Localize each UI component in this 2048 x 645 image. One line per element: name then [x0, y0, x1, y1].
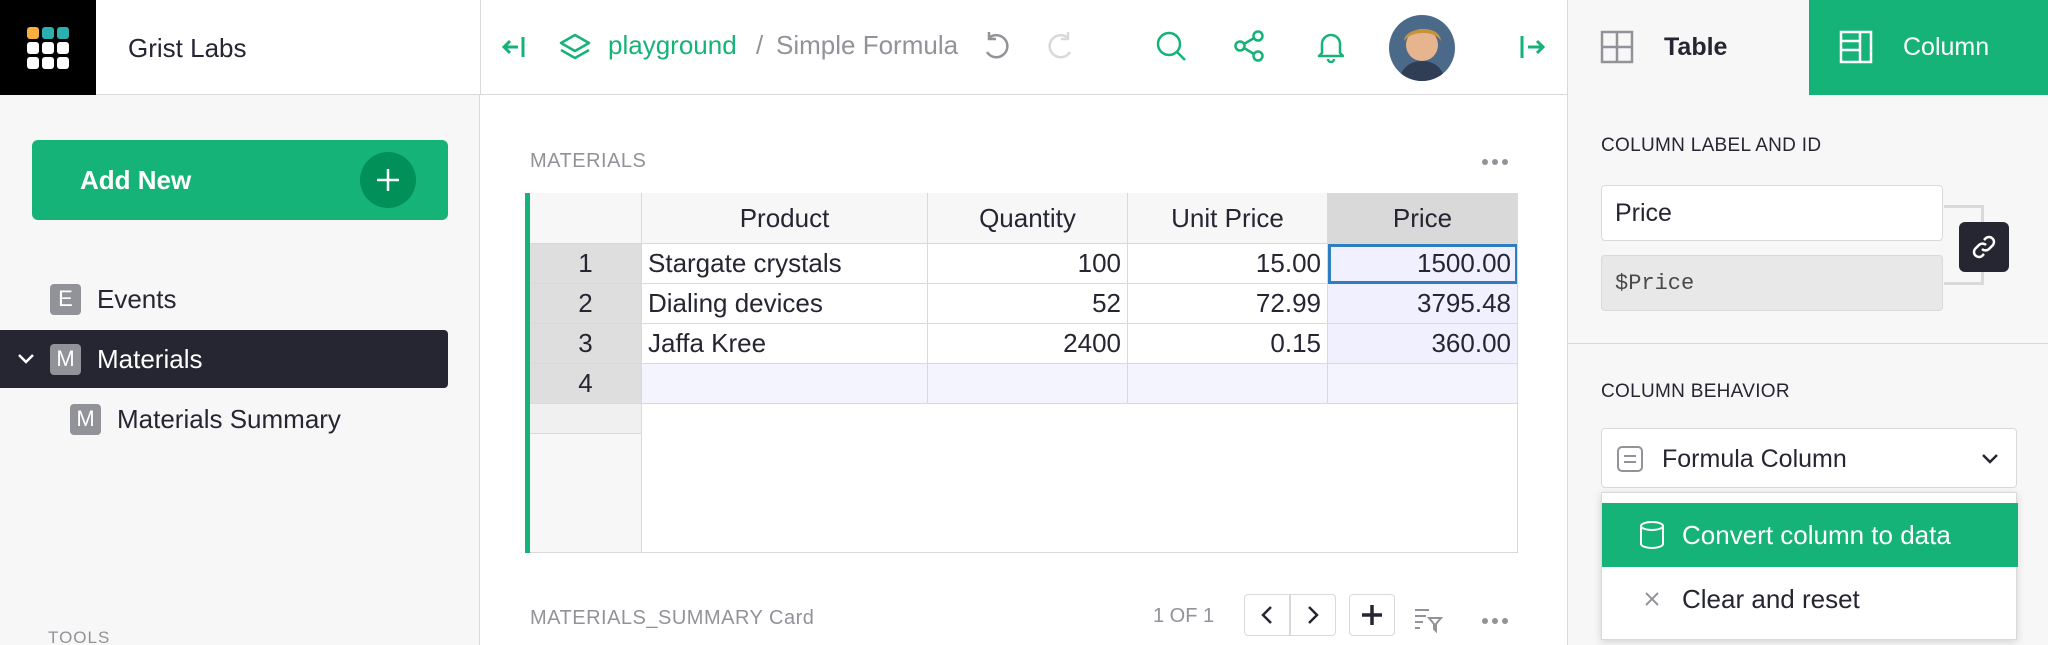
database-icon [1636, 519, 1668, 551]
plus-icon [1362, 605, 1382, 625]
column-behavior-value: Formula Column [1662, 445, 1847, 473]
cell-unit-price[interactable]: 72.99 [1128, 284, 1328, 324]
grist-logo-icon [27, 26, 69, 69]
cell-price[interactable]: 3795.48 [1328, 284, 1518, 324]
search-icon[interactable] [1153, 28, 1189, 64]
row-number-spacer [530, 404, 642, 434]
user-avatar[interactable] [1389, 15, 1455, 81]
cell-price-selected[interactable]: 1500.00 [1328, 244, 1518, 284]
cell-unit-price[interactable]: 0.15 [1128, 324, 1328, 364]
cell-quantity[interactable]: 52 [928, 284, 1128, 324]
tab-table[interactable]: Table [1567, 0, 1809, 95]
breadcrumb-separator: / [756, 30, 764, 60]
collapse-left-panel-icon[interactable] [497, 30, 531, 64]
add-new-label: Add New [80, 165, 192, 195]
section-divider [1568, 343, 2048, 344]
row-number[interactable]: 1 [530, 244, 642, 284]
chevron-down-icon [1982, 454, 1998, 464]
org-name[interactable]: Grist Labs [128, 33, 247, 64]
close-icon [1636, 583, 1668, 615]
add-row-number[interactable]: 4 [530, 364, 642, 404]
column-header-unit-price[interactable]: Unit Price [1128, 193, 1328, 244]
column-header-quantity[interactable]: Quantity [928, 193, 1128, 244]
left-panel: Add New E Events M Materials M Materials… [0, 95, 480, 645]
cell-unit-price[interactable]: 15.00 [1128, 244, 1328, 284]
share-icon[interactable] [1231, 28, 1267, 64]
page-label: Materials Summary [117, 403, 341, 434]
undo-icon[interactable] [978, 28, 1014, 64]
page-icon: M [50, 343, 81, 375]
section-title-materials[interactable]: MATERIALS [530, 150, 646, 173]
chevron-right-icon [1308, 606, 1319, 624]
top-bar: Grist Labs playground / Simple Formula T… [0, 0, 2048, 95]
menu-item-label: Clear and reset [1682, 583, 1860, 614]
materials-grid[interactable]: Product Quantity Unit Price Price 1 Star… [525, 193, 1518, 553]
column-icon [1839, 30, 1873, 64]
workspace-layers-icon [557, 30, 593, 66]
page-icon: E [50, 283, 81, 315]
formula-column-icon [1617, 446, 1643, 472]
menu-item-clear-and-reset[interactable]: Clear and reset [1602, 567, 2018, 631]
column-header-price[interactable]: Price [1328, 193, 1518, 244]
page-item-materials-summary[interactable]: M Materials Summary [0, 390, 448, 448]
chevron-left-icon [1261, 606, 1272, 624]
add-new-button[interactable]: Add New [32, 140, 448, 220]
breadcrumb-workspace[interactable]: playground [608, 30, 737, 61]
right-panel: COLUMN LABEL AND ID Price $Price COLUMN … [1567, 95, 2048, 645]
grid-border [530, 552, 1518, 553]
page-item-events[interactable]: E Events [0, 270, 448, 328]
section-menu-dots-icon[interactable] [1482, 159, 1508, 165]
card-pager-count: 1 OF 1 [1153, 605, 1215, 627]
open-right-panel-icon[interactable] [1516, 30, 1550, 64]
link-icon [1972, 235, 1996, 259]
corner-header[interactable] [530, 193, 642, 244]
row-number[interactable]: 2 [530, 284, 642, 324]
column-behavior-menu: Convert column to data Clear and reset [1601, 492, 2018, 640]
column-header-product[interactable]: Product [642, 193, 928, 244]
add-row-cell[interactable] [928, 364, 1128, 404]
section-title-materials-summary[interactable]: MATERIALS_SUMMARY Card [530, 607, 814, 630]
table-icon [1600, 30, 1634, 64]
top-divider [480, 0, 481, 95]
notifications-bell-icon[interactable] [1313, 28, 1349, 64]
row-number[interactable]: 3 [530, 324, 642, 364]
tools-section-label: TOOLS [48, 628, 111, 645]
column-label-section-title: COLUMN LABEL AND ID [1601, 135, 1822, 156]
cell-product[interactable]: Jaffa Kree [642, 324, 928, 364]
column-behavior-section-title: COLUMN BEHAVIOR [1601, 381, 1790, 402]
tab-column-label: Column [1903, 33, 1990, 61]
menu-item-label: Convert column to data [1682, 519, 1951, 550]
cell-price[interactable]: 360.00 [1328, 324, 1518, 364]
breadcrumb-document[interactable]: Simple Formula [776, 30, 958, 61]
section-menu-dots-icon[interactable] [1482, 618, 1508, 624]
cell-product[interactable]: Dialing devices [642, 284, 928, 324]
tab-column[interactable]: Column [1809, 0, 2048, 95]
redo-icon[interactable] [1043, 28, 1079, 64]
add-row-cell[interactable] [642, 364, 928, 404]
page-icon: M [70, 403, 101, 435]
next-card-button[interactable] [1290, 594, 1336, 636]
page-item-materials[interactable]: M Materials [0, 330, 448, 388]
cell-quantity[interactable]: 100 [928, 244, 1128, 284]
grid-border [1517, 193, 1518, 553]
column-id-input[interactable]: $Price [1601, 255, 1943, 311]
tab-table-label: Table [1664, 33, 1728, 61]
previous-card-button[interactable] [1244, 594, 1290, 636]
sort-filter-icon[interactable] [1412, 603, 1444, 635]
cell-product[interactable]: Stargate crystals [642, 244, 928, 284]
grist-logo[interactable] [0, 0, 96, 95]
menu-item-convert-to-data[interactable]: Convert column to data [1602, 503, 2018, 567]
page-label: Events [97, 283, 177, 314]
column-behavior-select[interactable]: Formula Column [1601, 428, 2017, 488]
add-row-cell[interactable] [1128, 364, 1328, 404]
add-row-cell[interactable] [1328, 364, 1518, 404]
cell-quantity[interactable]: 2400 [928, 324, 1128, 364]
page-label: Materials [97, 343, 203, 374]
chevron-down-icon[interactable] [16, 349, 36, 369]
link-label-id-button[interactable] [1959, 222, 2009, 272]
column-label-input[interactable]: Price [1601, 185, 1943, 241]
add-card-button[interactable] [1349, 594, 1395, 636]
plus-icon [360, 152, 416, 208]
